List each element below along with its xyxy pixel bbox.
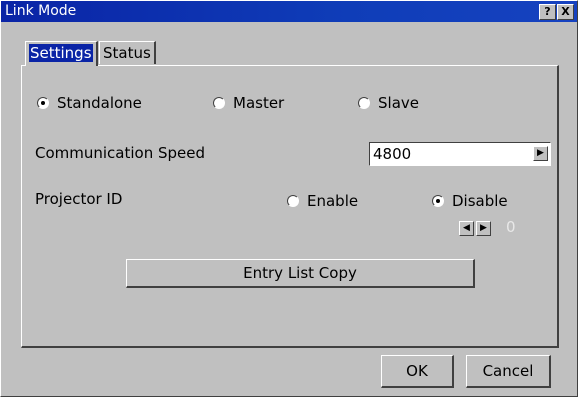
tab-settings[interactable]: Settings: [25, 41, 98, 66]
tab-status[interactable]: Status: [99, 41, 156, 64]
radio-slave[interactable]: Slave: [358, 93, 419, 113]
radio-slave-dot: [358, 97, 370, 109]
tab-status-label: Status: [103, 44, 151, 62]
help-button[interactable]: ?: [539, 4, 556, 20]
chevron-right-icon[interactable]: ▶: [533, 146, 548, 161]
ok-button[interactable]: OK: [381, 355, 454, 388]
radio-enable-dot: [287, 195, 299, 207]
radio-master[interactable]: Master: [213, 93, 284, 113]
radio-master-dot: [213, 97, 225, 109]
cancel-button[interactable]: Cancel: [466, 355, 551, 388]
decrement-arrow-icon[interactable]: ◀: [459, 221, 474, 236]
title-bar[interactable]: Link Mode ? X: [1, 1, 577, 22]
link-mode-dialog: Link Mode ? X Settings Status Standalone…: [0, 0, 578, 397]
radio-enable[interactable]: Enable: [287, 191, 358, 211]
communication-speed-select[interactable]: 4800 ▶: [369, 142, 551, 166]
radio-slave-label: Slave: [378, 94, 419, 112]
radio-master-label: Master: [233, 94, 285, 112]
close-button[interactable]: X: [557, 4, 574, 20]
radio-standalone[interactable]: Standalone: [37, 93, 142, 113]
entry-list-copy-button[interactable]: Entry List Copy: [126, 259, 475, 288]
radio-disable-label: Disable: [452, 192, 508, 210]
radio-disable[interactable]: Disable: [432, 191, 508, 211]
projector-id-label: Projector ID: [35, 190, 123, 208]
increment-arrow-icon[interactable]: ▶: [476, 221, 491, 236]
radio-enable-label: Enable: [307, 192, 359, 210]
window-title: Link Mode: [5, 3, 77, 19]
radio-standalone-label: Standalone: [57, 94, 142, 112]
communication-speed-label: Communication Speed: [35, 144, 206, 162]
projector-id-value: 0: [506, 218, 516, 236]
tab-settings-label: Settings: [29, 44, 93, 62]
communication-speed-value: 4800: [373, 145, 412, 163]
radio-disable-dot: [432, 195, 444, 207]
radio-standalone-dot: [37, 97, 49, 109]
